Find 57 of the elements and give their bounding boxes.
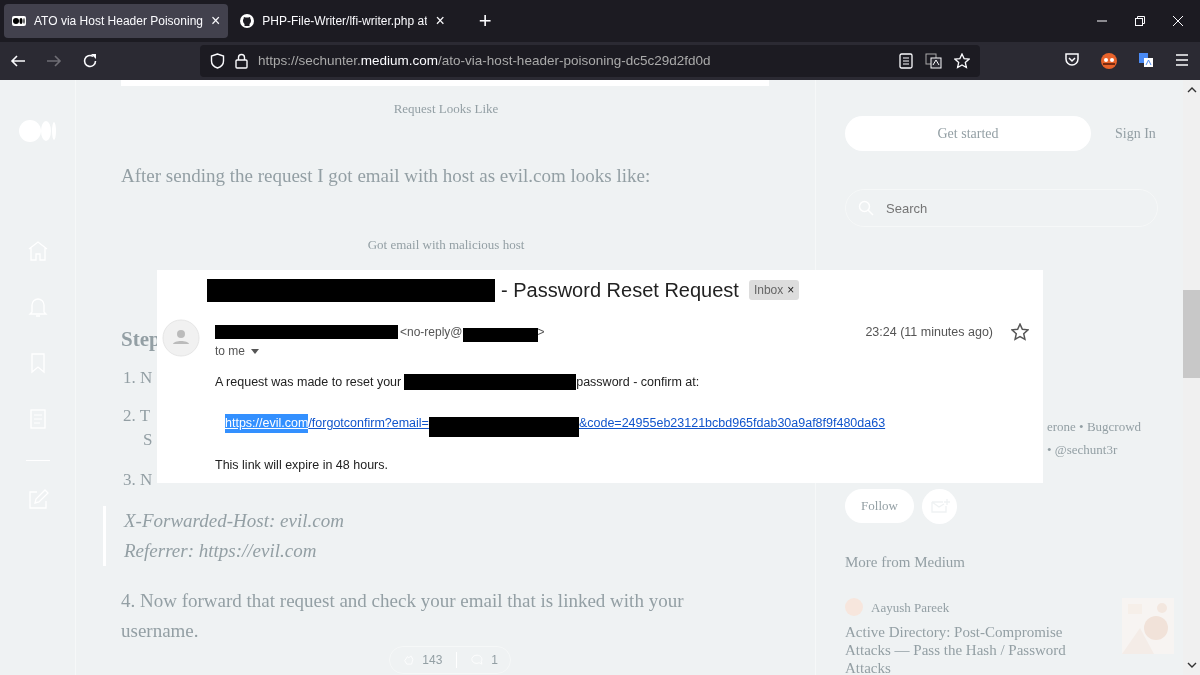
reset-link[interactable]: &code=24955eb23121bcbd965fdab30a9af8f9f480da63 xyxy=(578,414,886,434)
remove-label[interactable]: × xyxy=(787,281,795,299)
address-bar[interactable]: https://sechunter.medium.com/ato-via-host-header-poisoning-dc5c29d2fd0d xyxy=(200,45,980,77)
scroll-down-icon[interactable] xyxy=(1186,661,1197,669)
browser-tab[interactable]: PHP-File-Writer/lfi-writer.php at × xyxy=(232,4,453,38)
list-item: 2. T xyxy=(123,404,151,427)
avatar-icon xyxy=(162,319,200,357)
image-caption: Request Looks Like xyxy=(392,100,500,118)
section-heading: More from Medium xyxy=(845,553,966,572)
clap-count: 143 xyxy=(422,652,443,669)
response-count: 1 xyxy=(491,652,498,669)
menu-icon[interactable] xyxy=(1174,52,1190,68)
star-icon[interactable] xyxy=(1011,323,1029,341)
translator-extension-icon[interactable] xyxy=(1138,52,1154,68)
author-bio: erone • Bugcrowd xyxy=(1047,418,1143,436)
pocket-icon[interactable] xyxy=(1064,52,1080,68)
new-tab-button[interactable]: + xyxy=(472,10,498,32)
shield-icon xyxy=(210,53,225,69)
logo-icon xyxy=(12,16,26,26)
reset-link[interactable]: /forgotconfirm?email= xyxy=(308,414,429,434)
author-bio: • @sechunt3r xyxy=(1047,440,1119,459)
tab-close[interactable]: × xyxy=(435,13,445,29)
list-item: S xyxy=(143,428,153,451)
octocat-icon xyxy=(240,14,255,28)
sender-address: > xyxy=(537,324,545,341)
quote-line: Referrer: https://evil.com xyxy=(124,538,317,563)
caret-icon[interactable] xyxy=(251,348,259,354)
email-subject: - Password Reset Request xyxy=(501,278,739,303)
body-text: password - confirm at: xyxy=(576,374,700,391)
quote-line: X-Forwarded-Host: evil.com xyxy=(124,508,344,533)
reader-view-icon[interactable] xyxy=(899,53,913,69)
close-icon[interactable] xyxy=(1172,15,1184,27)
tab-title: ATO via Host Header Poisoning xyxy=(34,13,203,30)
search-field[interactable]: Search xyxy=(845,189,1158,227)
scroll-thumb[interactable] xyxy=(1183,290,1200,378)
lock-icon xyxy=(235,53,248,69)
paragraph: 4. Now forward that request and check your email that is linked with your username. xyxy=(121,588,685,643)
list-item: 1. N xyxy=(123,366,153,389)
list-item: 3. N xyxy=(123,468,153,491)
body-text: This link will expire in 48 hours. xyxy=(215,456,389,474)
url-text: https://sechunter.medium.com/ato-via-host-header-poisoning-dc5c29d2fd0d xyxy=(258,51,711,70)
scroll-up-icon[interactable] xyxy=(1186,86,1197,94)
recipient-text: to me xyxy=(215,343,245,360)
extension-icon[interactable] xyxy=(1100,52,1118,70)
tab-title: PHP-File-Writer/lfi-writer.php at xyxy=(262,13,428,30)
restore-icon[interactable] xyxy=(1134,15,1146,27)
label-text: Inbox xyxy=(753,282,784,299)
image-caption: Got email with malicious host xyxy=(366,235,526,254)
browser-tab[interactable]: ATO via Host Header Poisoning × xyxy=(4,4,229,38)
translate-icon[interactable] xyxy=(925,53,942,69)
paragraph: After sending the request I got email with host as evil.com looks like: xyxy=(121,163,652,188)
email-time: 23:24 (11 minutes ago) xyxy=(865,323,993,341)
reload-icon[interactable] xyxy=(82,53,98,69)
back-icon[interactable] xyxy=(10,53,26,69)
sender-address: <no-reply@ xyxy=(400,324,463,341)
tab-close[interactable]: × xyxy=(211,13,221,29)
body-text: A request was made to reset your xyxy=(215,374,402,391)
